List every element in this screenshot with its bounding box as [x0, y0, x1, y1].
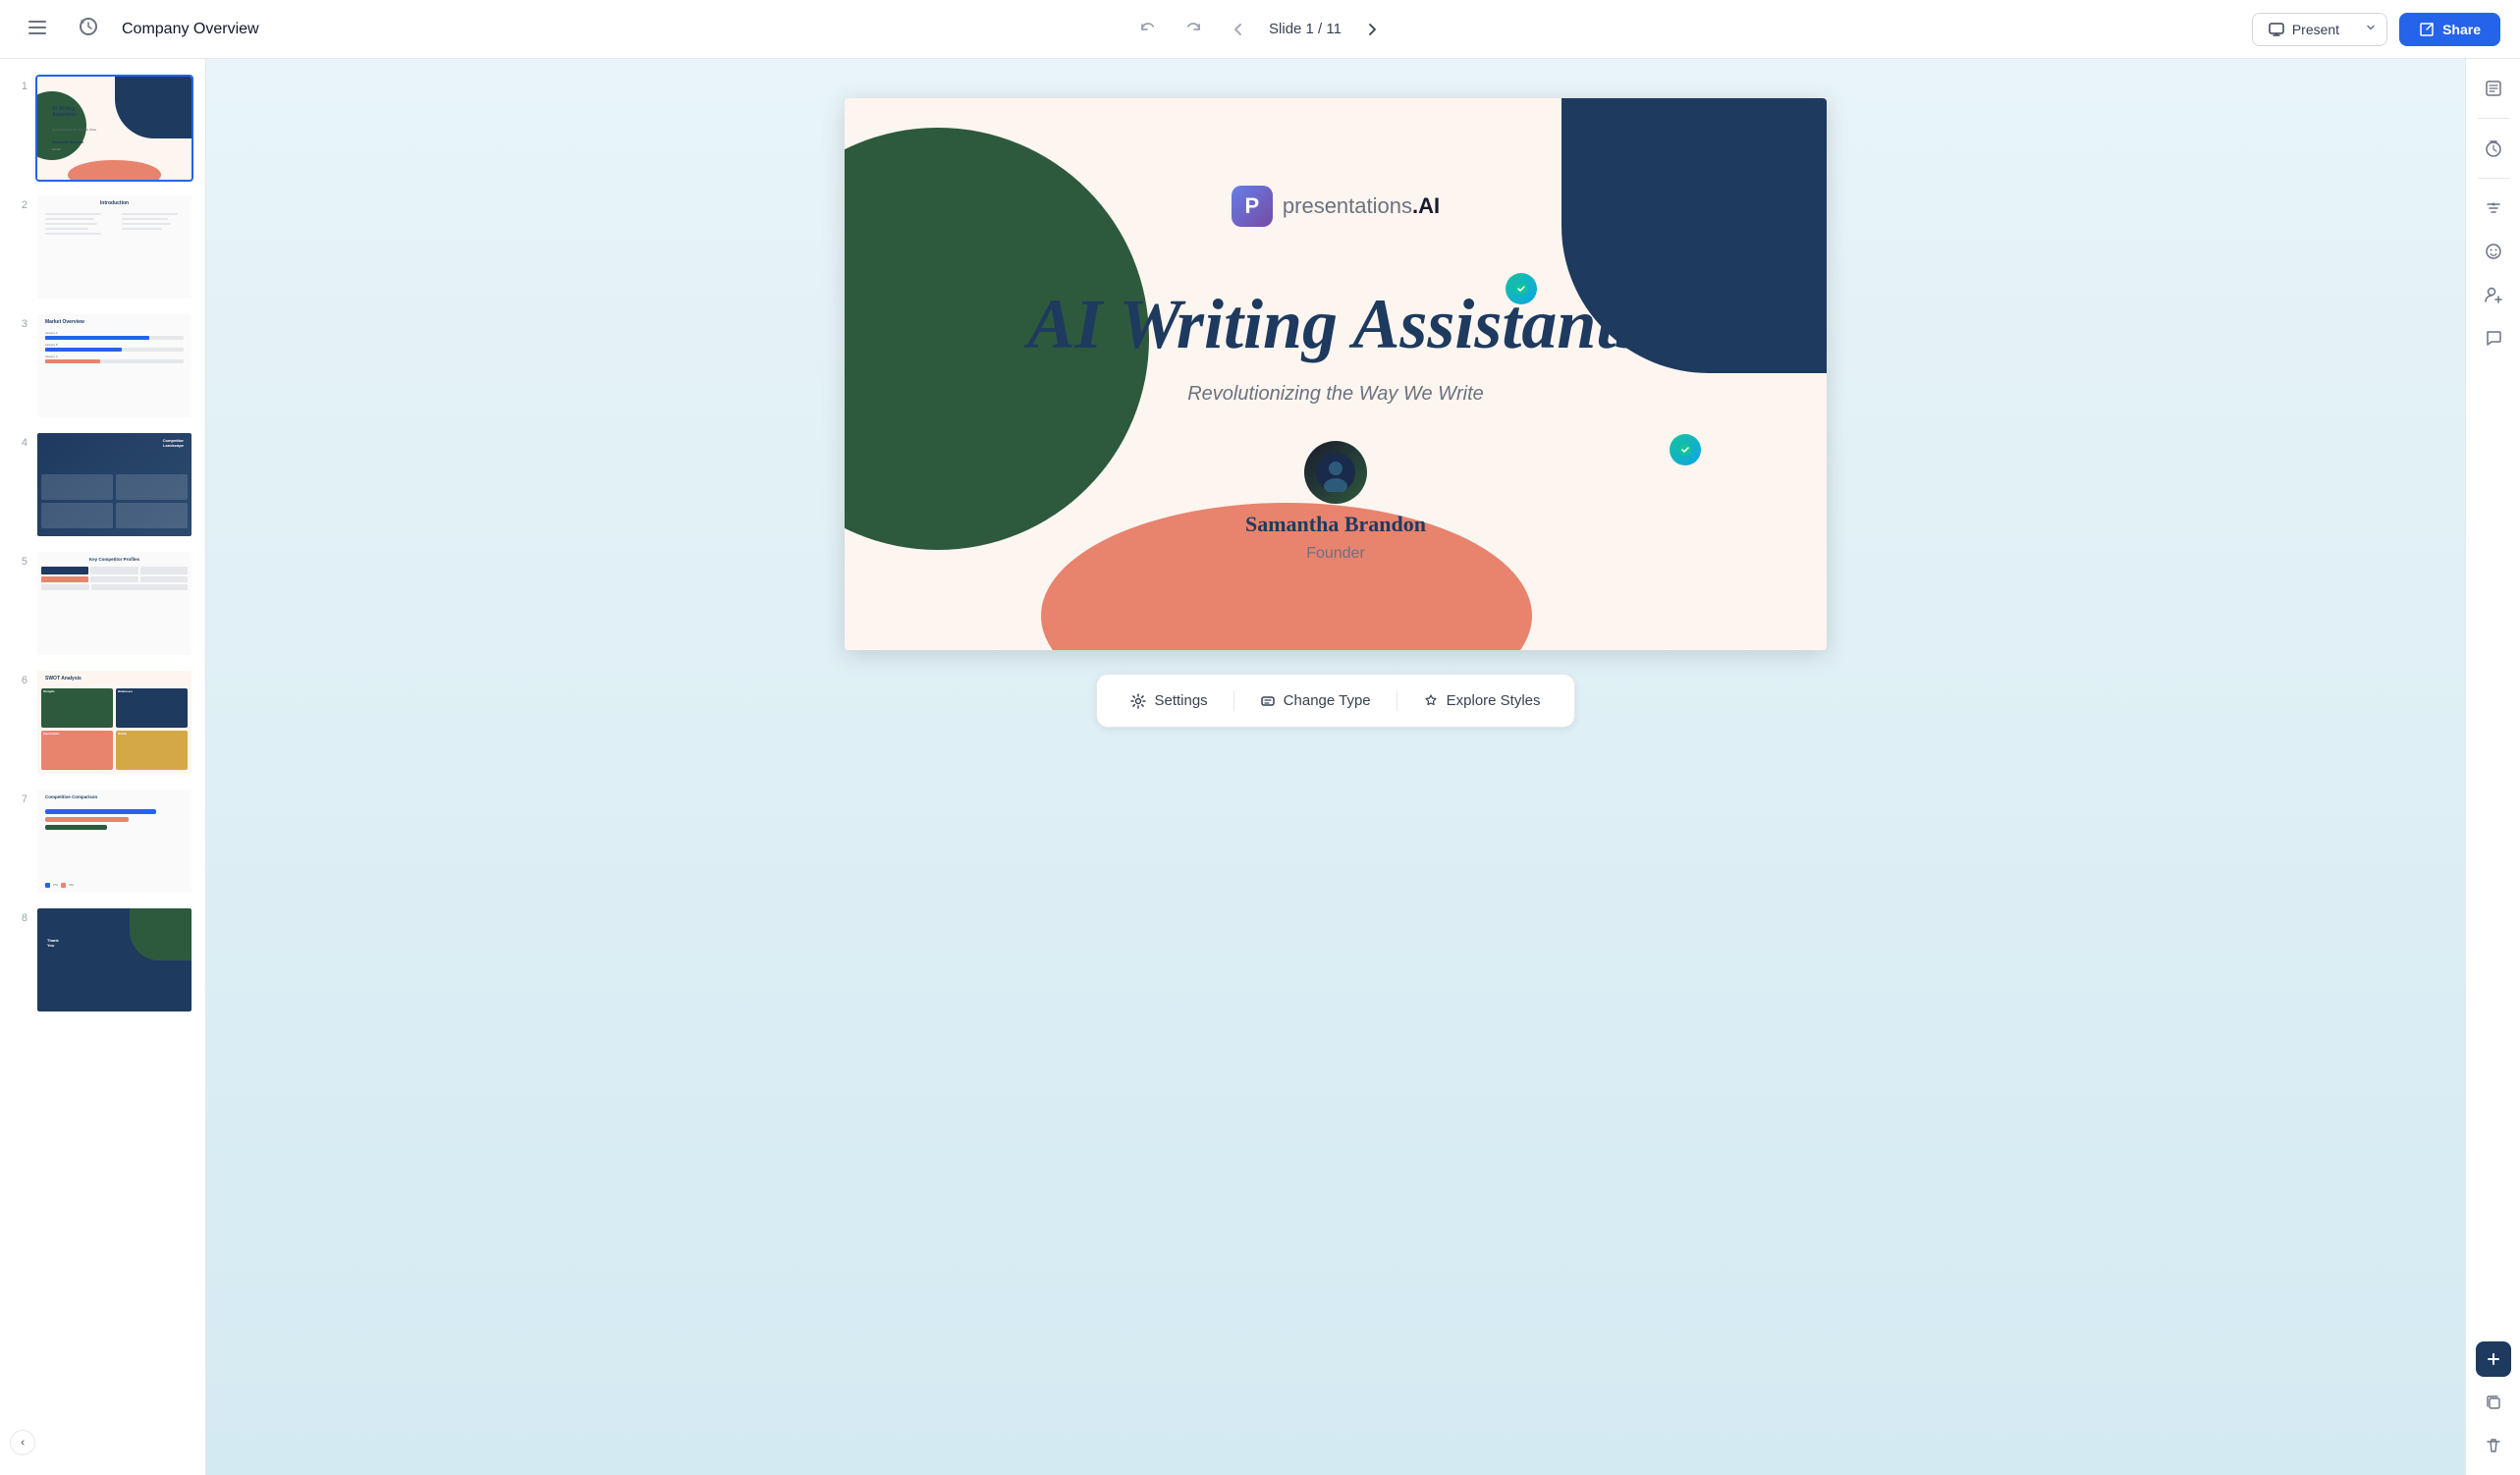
- redo-button[interactable]: [1178, 15, 1208, 44]
- history-icon: [79, 17, 98, 41]
- slide-thumbnail-wrap[interactable]: Introduction: [35, 193, 193, 300]
- change-type-label: Change Type: [1284, 692, 1371, 709]
- duplicate-button[interactable]: [2476, 1385, 2511, 1420]
- slide-thumbnail-wrap[interactable]: SWOT Analysis Strengths Weaknesses Oppor…: [35, 669, 193, 776]
- slide-item[interactable]: 1 AI WritingAssistants Revolutionizing t…: [0, 69, 205, 188]
- slide-number: 3: [12, 312, 27, 330]
- slide-item[interactable]: 3 Market Overview Category A Category B …: [0, 306, 205, 425]
- slide-thumbnail-wrap[interactable]: Market Overview Category A Category B Ca…: [35, 312, 193, 419]
- slide-subtitle: Revolutionizing the Way We Write: [1187, 383, 1484, 406]
- slide-item[interactable]: 2 Introduction: [0, 188, 205, 306]
- sidebar-divider: [2478, 118, 2509, 119]
- topbar-right: Present Share: [2252, 13, 2500, 46]
- undo-button[interactable]: [1133, 15, 1163, 44]
- toolbar-divider: [1233, 691, 1234, 711]
- topbar-left: Company Overview: [20, 12, 2236, 47]
- slide-item[interactable]: 5 Key Competitor Profiles: [0, 544, 205, 663]
- right-sidebar-top: [2476, 71, 2511, 355]
- share-label: Share: [2442, 22, 2481, 37]
- logo-icon: P: [1232, 186, 1273, 227]
- collapse-panel-button[interactable]: [10, 1430, 35, 1455]
- slide-thumbnail-wrap[interactable]: CompetitorLandscape: [35, 431, 193, 538]
- slide-thumbnail-4: CompetitorLandscape: [37, 433, 192, 536]
- filters-icon-button[interactable]: [2476, 191, 2511, 226]
- slide-item[interactable]: 7 Competitive Comparison 97% 78: [0, 782, 205, 901]
- slide-thumbnail-2: Introduction: [37, 195, 192, 299]
- add-slide-button[interactable]: [2476, 1341, 2511, 1377]
- slide-number: 5: [12, 550, 27, 568]
- topbar-center: Slide 1 / 11: [1133, 15, 1387, 44]
- chat-icon-button[interactable]: [2476, 320, 2511, 355]
- present-button-group[interactable]: Present: [2252, 13, 2387, 46]
- menu-icon: [28, 19, 46, 39]
- slide-number: 6: [12, 669, 27, 686]
- share-button[interactable]: Share: [2399, 13, 2500, 46]
- add-user-icon-button[interactable]: [2476, 277, 2511, 312]
- slide-number: 8: [12, 906, 27, 924]
- notes-icon-button[interactable]: [2476, 71, 2511, 106]
- slide-main-title: AI Writing Assistants: [1028, 286, 1644, 363]
- logo-suffix: .AI: [1412, 193, 1440, 218]
- slide-logo: P presentations.AI: [1232, 186, 1440, 227]
- slide-thumbnail-wrap[interactable]: Competitive Comparison 97% 78%: [35, 788, 193, 895]
- slide-thumbnail-1: AI WritingAssistants Revolutionizing the…: [37, 77, 192, 180]
- settings-label: Settings: [1154, 692, 1207, 709]
- change-type-button[interactable]: Change Type: [1242, 684, 1389, 717]
- next-slide-button[interactable]: [1357, 15, 1387, 44]
- slide-number: 4: [12, 431, 27, 449]
- slide-content: P presentations.AI AI Writing Assistants…: [845, 98, 1827, 650]
- prev-slide-button[interactable]: [1224, 15, 1253, 44]
- timer-icon-button[interactable]: [2476, 131, 2511, 166]
- slide-avatar: [1304, 441, 1367, 504]
- slide-number: 7: [12, 788, 27, 805]
- slide-item[interactable]: 8 ThankYou: [0, 901, 205, 1019]
- explore-styles-label: Explore Styles: [1447, 692, 1541, 709]
- slide-item[interactable]: 6 SWOT Analysis Strengths Weaknesses Opp…: [0, 663, 205, 782]
- slide-number: 2: [12, 193, 27, 211]
- slide-author-name: Samantha Brandon: [1245, 512, 1426, 537]
- slide-indicator: Slide 1 / 11: [1269, 21, 1342, 37]
- slide-thumbnail-wrap[interactable]: ThankYou: [35, 906, 193, 1013]
- sidebar-divider-2: [2478, 178, 2509, 179]
- slide-thumbnail-wrap[interactable]: AI WritingAssistants Revolutionizing the…: [35, 75, 193, 182]
- logo-text: presentations.AI: [1283, 193, 1440, 219]
- delete-button[interactable]: [2476, 1428, 2511, 1463]
- slide-author-role: Founder: [1306, 545, 1365, 563]
- right-sidebar: [2465, 59, 2520, 1475]
- slide-thumbnail-6: SWOT Analysis Strengths Weaknesses Oppor…: [37, 671, 192, 774]
- slide-thumbnail-3: Market Overview Category A Category B Ca…: [37, 314, 192, 417]
- settings-button[interactable]: Settings: [1113, 684, 1225, 717]
- main-layout: 1 AI WritingAssistants Revolutionizing t…: [0, 59, 2520, 1475]
- logo-letter: P: [1245, 193, 1260, 219]
- slide-canvas: P presentations.AI AI Writing Assistants…: [845, 98, 1827, 650]
- slide-number: 1: [12, 75, 27, 92]
- emoji-icon-button[interactable]: [2476, 234, 2511, 269]
- present-dropdown-button[interactable]: [2355, 14, 2386, 44]
- topbar: Company Overview Slide 1 / 11: [0, 0, 2520, 59]
- history-button[interactable]: [71, 12, 106, 47]
- doc-title: Company Overview: [122, 21, 259, 38]
- slide-thumbnail-7: Competitive Comparison 97% 78%: [37, 790, 192, 893]
- slide-thumbnail-5: Key Competitor Profiles: [37, 552, 192, 655]
- slide-thumbnail-8: ThankYou: [37, 908, 192, 1011]
- present-main-button[interactable]: Present: [2253, 14, 2355, 45]
- menu-button[interactable]: [20, 12, 55, 47]
- slides-panel: 1 AI WritingAssistants Revolutionizing t…: [0, 59, 206, 1475]
- canvas-area: P presentations.AI AI Writing Assistants…: [206, 59, 2465, 1475]
- present-label: Present: [2292, 22, 2339, 37]
- slide-thumbnail-wrap[interactable]: Key Competitor Profiles: [35, 550, 193, 657]
- explore-styles-button[interactable]: Explore Styles: [1405, 684, 1559, 717]
- bottom-toolbar: Settings Change Type Explore Styles: [1096, 674, 1574, 728]
- slide-item[interactable]: 4 CompetitorLandscape: [0, 425, 205, 544]
- logo-name: presentations: [1283, 193, 1412, 218]
- slide-author-section: Samantha Brandon Founder: [1245, 441, 1426, 563]
